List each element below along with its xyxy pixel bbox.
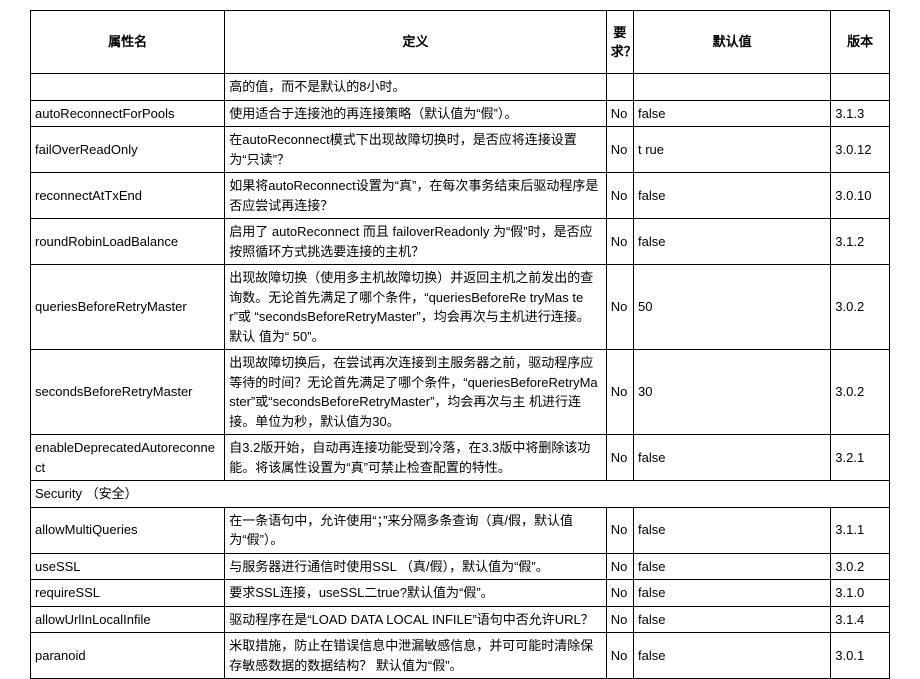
cell-version [831,74,890,101]
table-header: 属性名 定义 要求？ 默认值 版本 [31,11,890,74]
table-row: failOverReadOnly 在autoReconnect模式下出现故障切换… [31,127,890,173]
properties-table: 属性名 定义 要求？ 默认值 版本 高的值，而不是默认的8小时。 autoRec… [30,10,890,679]
section-row-security: Security （安全） [31,481,890,508]
cell-definition: 出现故障切换（使用多主机故障切换）并返回主机之前发出的查询数。无论首先满足了哪个… [225,265,606,350]
cell-default [634,74,831,101]
table-row: 高的值，而不是默认的8小时。 [31,74,890,101]
cell-name: allowUrlInLocalInfile [31,606,225,633]
header-definition: 定义 [225,11,606,74]
header-default: 默认值 [634,11,831,74]
cell-name: queriesBeforeRetryMaster [31,265,225,350]
cell-name: paranoid [31,633,225,679]
table-row: allowUrlInLocalInfile 驱动程序在是“LOAD DATA L… [31,606,890,633]
cell-definition: 驱动程序在是“LOAD DATA LOCAL INFILE”语句中否允许URL？ [225,606,606,633]
cell-required: No [606,580,633,607]
cell-version: 3.0.2 [831,553,890,580]
table-row: secondsBeforeRetryMaster 出现故障切换后，在尝试再次连接… [31,350,890,435]
cell-required [606,74,633,101]
cell-default: false [634,219,831,265]
cell-version: 3.0.10 [831,173,890,219]
table-row: autoReconnectForPools 使用适合于连接池的再连接策略（默认值… [31,100,890,127]
cell-definition: 与服务器进行通信时使用SSL （真/假），默认值为“假”。 [225,553,606,580]
page-container: 属性名 定义 要求？ 默认值 版本 高的值，而不是默认的8小时。 autoRec… [0,0,920,651]
cell-version: 3.0.2 [831,350,890,435]
cell-version: 3.1.0 [831,580,890,607]
table-row: queriesBeforeRetryMaster 出现故障切换（使用多主机故障切… [31,265,890,350]
cell-name: roundRobinLoadBalance [31,219,225,265]
cell-required: No [606,435,633,481]
cell-default: t rue [634,127,831,173]
cell-required: No [606,633,633,679]
cell-default: false [634,100,831,127]
cell-default: 30 [634,350,831,435]
cell-definition: 在autoReconnect模式下出现故障切换时，是否应将连接设置为“只读”？ [225,127,606,173]
cell-version: 3.1.4 [831,606,890,633]
cell-name: requireSSL [31,580,225,607]
cell-name: reconnectAtTxEnd [31,173,225,219]
table-row: reconnectAtTxEnd 如果将autoReconnect设置为“真”，… [31,173,890,219]
cell-name: enableDeprecatedAutoreconnect [31,435,225,481]
cell-name: allowMultiQueries [31,507,225,553]
cell-version: 3.1.1 [831,507,890,553]
cell-default: false [634,173,831,219]
cell-version: 3.0.12 [831,127,890,173]
cell-required: No [606,350,633,435]
cell-default: false [634,633,831,679]
cell-name: autoReconnectForPools [31,100,225,127]
table-row: requireSSL 要求SSL连接，useSSL二true?默认值为“假”。 … [31,580,890,607]
header-version: 版本 [831,11,890,74]
cell-version: 3.0.2 [831,265,890,350]
cell-definition: 自3.2版开始，自动再连接功能受到冷落，在3.3版中将删除该功能。将该属性设置为… [225,435,606,481]
table-row: enableDeprecatedAutoreconnect 自3.2版开始，自动… [31,435,890,481]
header-name: 属性名 [31,11,225,74]
cell-definition: 出现故障切换后，在尝试再次连接到主服务器之前，驱动程序应等待的时间？无论首先满足… [225,350,606,435]
cell-required: No [606,265,633,350]
cell-required: No [606,553,633,580]
cell-definition: 启用了 autoReconnect 而且 failoverReadonly 为“… [225,219,606,265]
cell-default: false [634,606,831,633]
cell-definition: 在一条语句中，允许使用“；”来分隔多条查询（真/假，默认值为“假”）。 [225,507,606,553]
table-row: paranoid 米取措施，防止在错误信息中泄漏敏感信息，并可可能时清除保存敏感… [31,633,890,679]
cell-name [31,74,225,101]
table-row: roundRobinLoadBalance 启用了 autoReconnect … [31,219,890,265]
cell-default: 50 [634,265,831,350]
cell-version: 3.2.1 [831,435,890,481]
cell-name: failOverReadOnly [31,127,225,173]
cell-required: No [606,173,633,219]
cell-default: false [634,553,831,580]
table-row: useSSL 与服务器进行通信时使用SSL （真/假），默认值为“假”。 No … [31,553,890,580]
section-label: Security （安全） [31,481,890,508]
cell-default: false [634,435,831,481]
cell-required: No [606,219,633,265]
cell-name: useSSL [31,553,225,580]
table-row: allowMultiQueries 在一条语句中，允许使用“；”来分隔多条查询（… [31,507,890,553]
cell-name: secondsBeforeRetryMaster [31,350,225,435]
cell-version: 3.1.2 [831,219,890,265]
cell-definition: 要求SSL连接，useSSL二true?默认值为“假”。 [225,580,606,607]
cell-definition: 如果将autoReconnect设置为“真”，在每次事务结束后驱动程序是否应尝试… [225,173,606,219]
cell-required: No [606,507,633,553]
cell-definition: 使用适合于连接池的再连接策略（默认值为“假”）。 [225,100,606,127]
cell-required: No [606,606,633,633]
cell-definition: 米取措施，防止在错误信息中泄漏敏感信息，并可可能时清除保存敏感数据的数据结构？ … [225,633,606,679]
cell-definition: 高的值，而不是默认的8小时。 [225,74,606,101]
cell-default: false [634,507,831,553]
cell-required: No [606,100,633,127]
cell-version: 3.0.1 [831,633,890,679]
cell-required: No [606,127,633,173]
cell-version: 3.1.3 [831,100,890,127]
table-body: 高的值，而不是默认的8小时。 autoReconnectForPools 使用适… [31,74,890,679]
cell-default: false [634,580,831,607]
header-required: 要求？ [606,11,633,74]
